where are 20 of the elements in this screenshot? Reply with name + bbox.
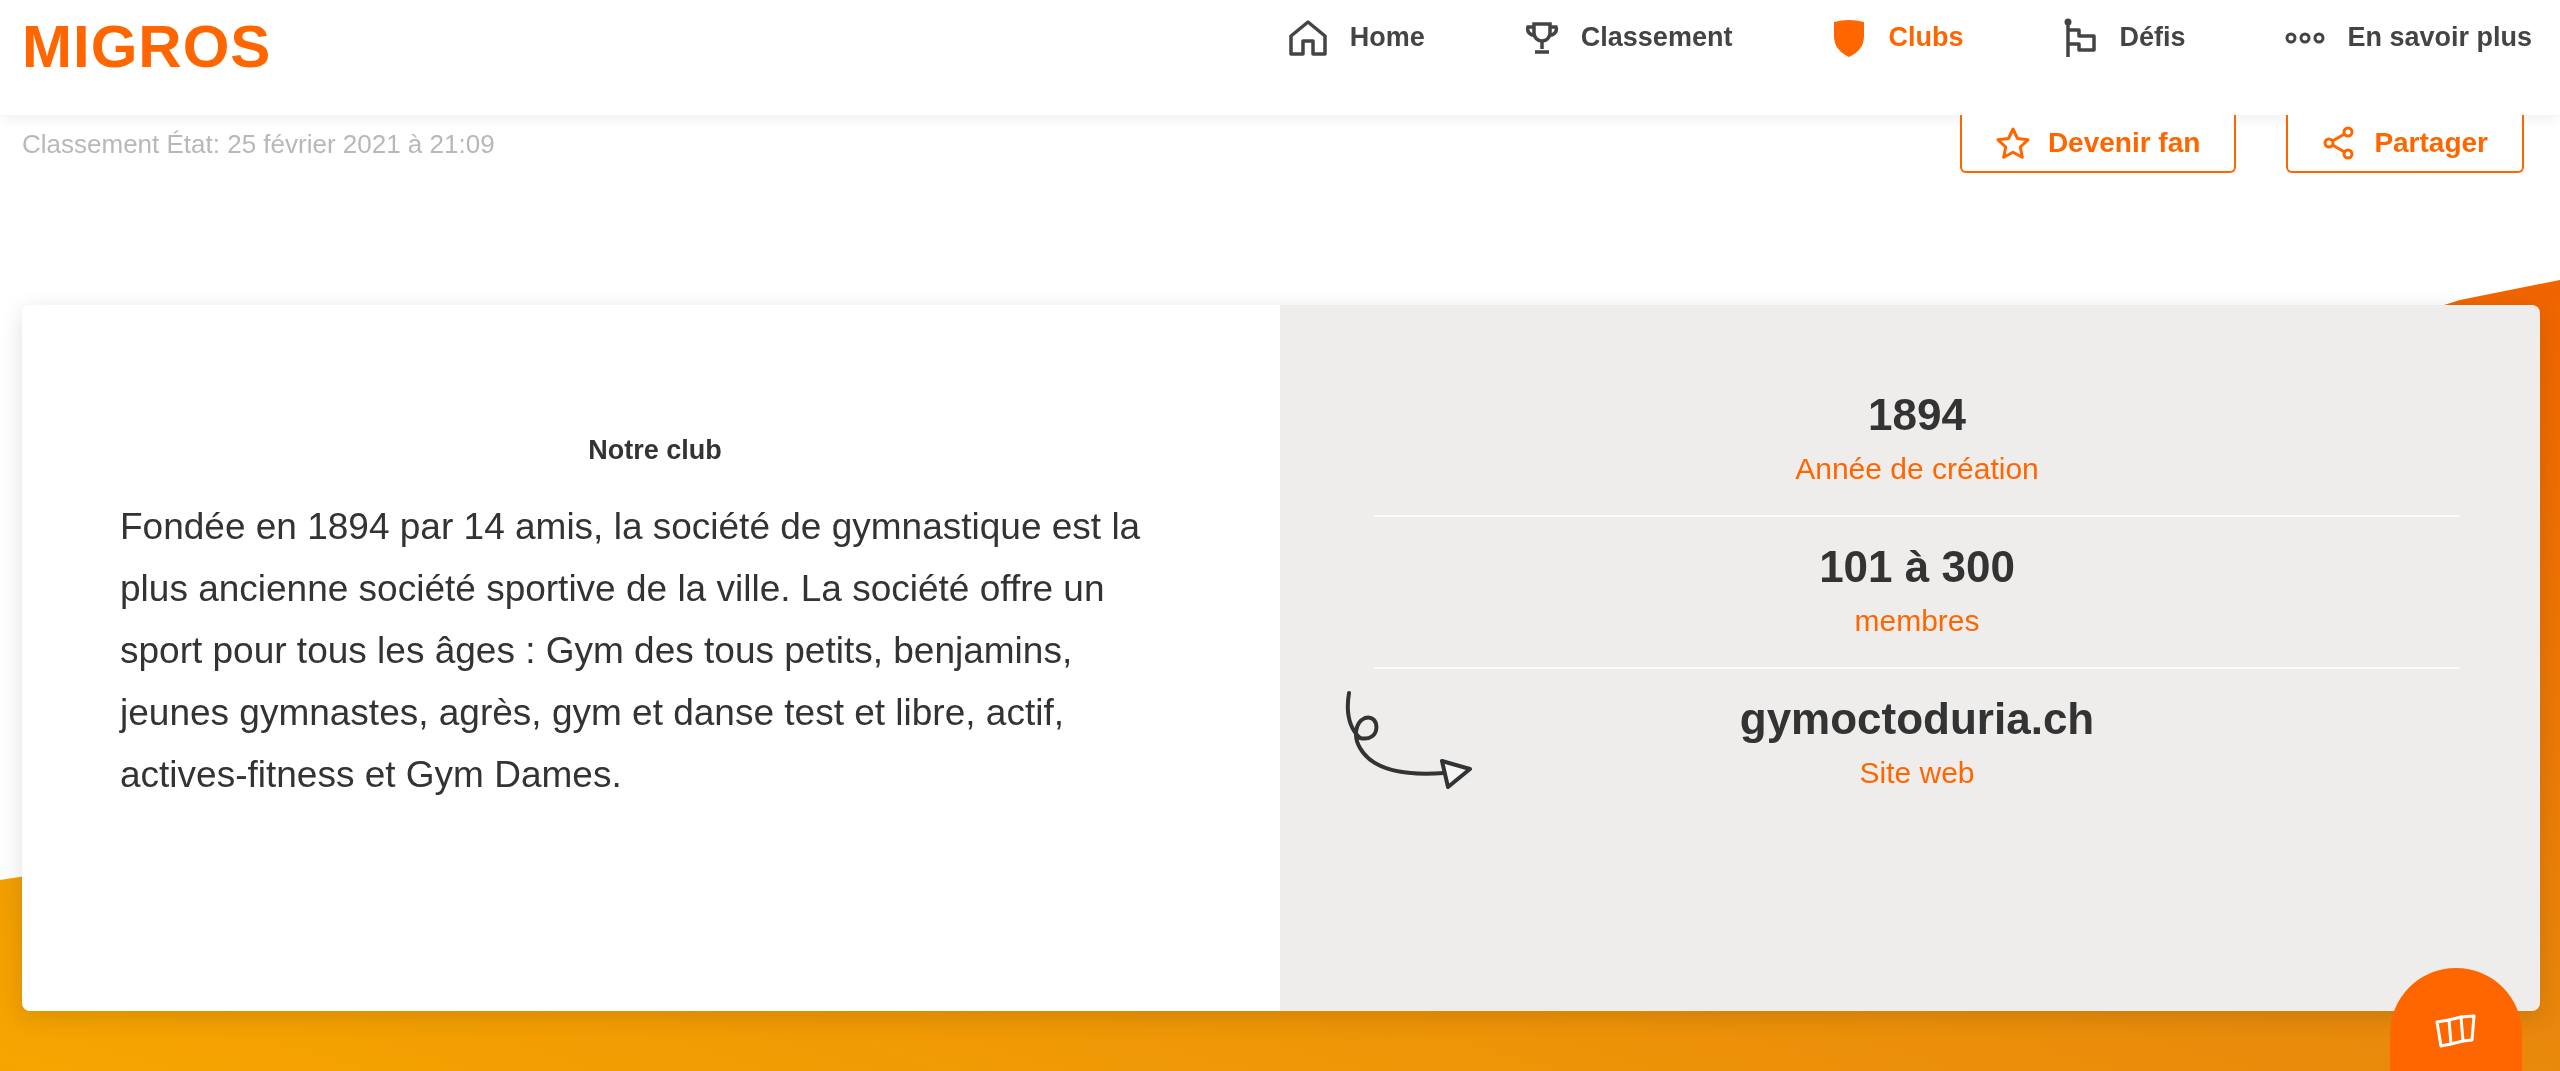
stat-label: Année de création [1795,451,2039,487]
stat-label: membres [1854,603,1980,639]
club-description: Fondée en 1894 par 14 amis, la société de gymnastique est la plus ancienne société sportive de la ville. La société offre un sport pour tous les âges : Gym des tous petits, benjamins, jeunes gymnastes, agrès, gym et danse test et libre, actif, actives-fitness et Gym Dames. [120,505,1142,797]
section-heading: Notre club [587,435,723,466]
more-icon [2285,31,2326,44]
flag-icon [2063,17,2098,58]
nav-link[interactable]: Défis [2063,17,2186,58]
status-text: Classement État: 25 février 2021 à 21:09 [22,129,495,160]
shield-icon [1832,17,1867,58]
home-icon [1287,18,1328,57]
stat-label: Site web [1859,755,1975,791]
nav-link[interactable]: En savoir plus [2285,22,2532,53]
star-icon [1995,127,2030,159]
website-link[interactable]: gymoctoduria.ch [1739,687,2095,751]
trophy-icon [1524,20,1559,55]
stat-value: 1894 [1868,389,1966,441]
cards-icon [2434,1014,2478,1050]
stat-value: 101 à 300 [1819,541,2015,593]
nav-link[interactable]: Home [1287,18,1425,57]
nav-link[interactable]: Classement [1524,20,1733,55]
